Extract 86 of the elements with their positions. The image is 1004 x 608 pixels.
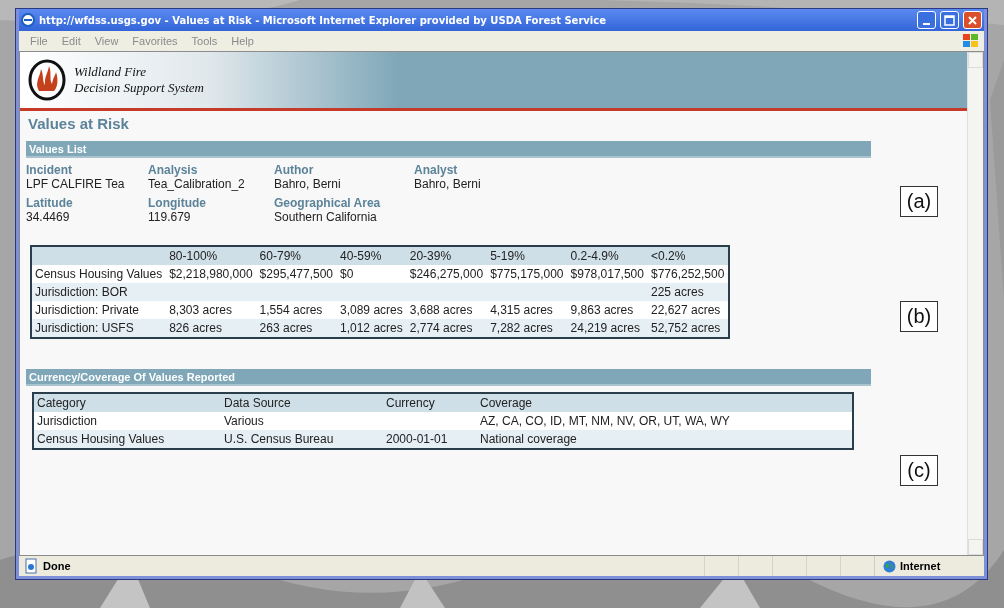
table-cell: $775,175,000	[490, 267, 564, 281]
section-header: Values List	[26, 141, 871, 158]
flame-logo-icon	[28, 59, 66, 101]
table-cell: $2,218,980,000	[169, 267, 253, 281]
table-cell: $0	[340, 267, 354, 281]
row-header: Jurisdiction: USFS	[35, 321, 134, 335]
menu-item[interactable]: Tools	[184, 35, 225, 47]
table-cell: 225 acres	[650, 285, 704, 299]
row-header: Jurisdiction: Private	[35, 303, 140, 317]
column-header: Coverage	[480, 396, 533, 410]
row-header: Census Housing Values	[35, 267, 163, 281]
field-label: Analyst	[414, 163, 459, 177]
annotation-label: (b)	[899, 301, 939, 332]
windows-flag-icon	[962, 33, 980, 49]
globe-icon	[883, 559, 896, 573]
table-cell: 24,219 acres	[570, 321, 640, 335]
table-cell: 826 acres	[169, 321, 222, 335]
table-cell: 2,774 acres	[409, 321, 473, 335]
field-label: Longitude	[148, 196, 207, 210]
close-button[interactable]	[963, 11, 982, 29]
annotation-label: (c)	[900, 455, 938, 486]
column-header: <0.2%	[650, 249, 686, 263]
column-header: 40-59%	[340, 249, 382, 263]
table-cell: 3,688 acres	[409, 303, 473, 317]
column-header: 5-19%	[490, 249, 525, 263]
table-cell: 7,282 acres	[490, 321, 553, 335]
maximize-button[interactable]	[940, 11, 959, 29]
field-value: Tea_Calibration_2	[148, 177, 246, 191]
table-cell: 52,752 acres	[650, 321, 721, 335]
table-cell: 9,863 acres	[570, 303, 634, 317]
column-header: Category	[37, 396, 86, 410]
table-cell: Jurisdiction	[37, 414, 98, 428]
column-header: 20-39%	[409, 249, 452, 263]
logo-text: Decision Support System	[74, 80, 204, 96]
page-title: Values at Risk	[27, 114, 130, 132]
status-text: Done	[42, 560, 72, 572]
window-title: http://wfdss.usgs.gov - Values at Risk - Microsoft Internet Explorer provided by USDA Forest Service	[39, 14, 607, 26]
menu-item[interactable]: Help	[224, 35, 261, 47]
table-cell: 3,089 acres	[340, 303, 403, 317]
minimize-button[interactable]	[917, 11, 936, 29]
table-cell: 22,627 acres	[650, 303, 721, 317]
field-value: LPF CALFIRE Tea	[26, 177, 126, 191]
minimize-icon	[923, 22, 930, 25]
column-header: Data Source	[224, 396, 291, 410]
table-cell: 4,315 acres	[490, 303, 553, 317]
column-header: 60-79%	[259, 249, 301, 263]
section-header: Currency/Coverage Of Values Reported	[26, 369, 871, 386]
row-header: Jurisdiction: BOR	[35, 285, 128, 299]
field-value: Southern California	[274, 210, 378, 224]
security-zone: Internet	[900, 560, 941, 572]
field-value: 34.4469	[26, 210, 71, 224]
table-cell: 8,303 acres	[169, 303, 232, 317]
table-cell: AZ, CA, CO, ID, MT, NM, NV, OR, UT, WA, WY	[480, 414, 730, 428]
table-cell: $978,017,500	[570, 267, 644, 281]
table-cell: Various	[224, 414, 264, 428]
maximize-icon	[944, 14, 955, 26]
column-header: 0.2-4.9%	[570, 249, 619, 263]
menu-item[interactable]: Favorites	[125, 35, 185, 47]
table-cell: 1,554 acres	[259, 303, 323, 317]
menu-item[interactable]: Edit	[54, 35, 88, 47]
table-cell: 263 acres	[259, 321, 313, 335]
field-label: Latitude	[26, 196, 74, 210]
logo-text: Wildland Fire	[74, 64, 148, 80]
field-value: 119.679	[148, 210, 192, 224]
scrollbar[interactable]	[967, 52, 983, 555]
field-label: Analysis	[148, 163, 199, 177]
field-value: Bahro, Berni	[274, 177, 342, 191]
table-cell: $776,252,500	[650, 267, 725, 281]
table-cell: $295,477,500	[259, 267, 333, 281]
table-cell: $246,275,000	[409, 267, 484, 281]
table-cell: National coverage	[480, 432, 577, 446]
field-label: Incident	[26, 163, 73, 177]
menu-item[interactable]: File	[23, 35, 55, 47]
table-cell: Census Housing Values	[37, 432, 165, 446]
table-cell: U.S. Census Bureau	[224, 432, 334, 446]
annotation-label: (a)	[899, 186, 939, 217]
column-header: 80-100%	[169, 249, 218, 263]
field-label: Author	[274, 163, 315, 177]
field-value: Bahro, Berni	[414, 177, 482, 191]
column-header: Currency	[386, 396, 435, 410]
table-cell: 1,012 acres	[340, 321, 403, 335]
table-cell: 2000-01-01	[386, 432, 448, 446]
page-icon	[23, 558, 39, 574]
menu-item[interactable]: View	[87, 35, 126, 47]
field-label: Geographical Area	[274, 196, 382, 210]
close-icon	[967, 14, 978, 26]
